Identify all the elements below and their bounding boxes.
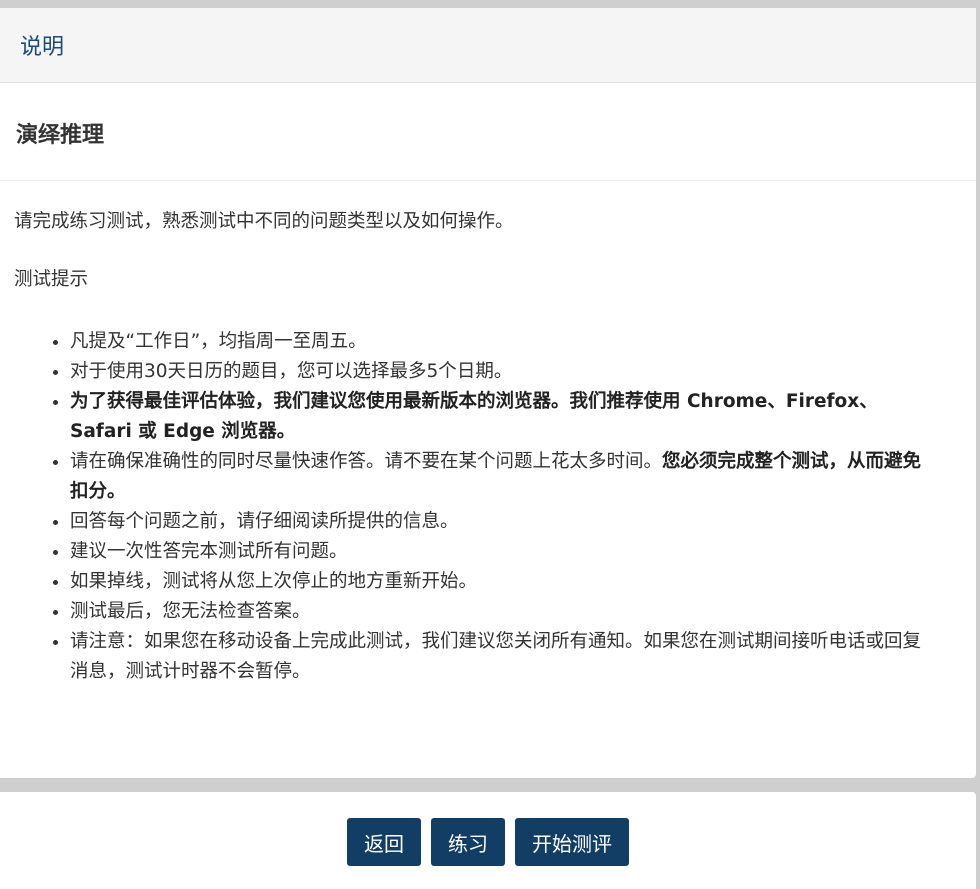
start-assessment-button[interactable]: 开始测评	[515, 818, 629, 866]
intro-text: 请完成练习测试，熟悉测试中不同的问题类型以及如何操作。	[14, 211, 514, 232]
instructions-panel: 说明 演绎推理 请完成练习测试，熟悉测试中不同的问题类型以及如何操作。 测试提示…	[0, 8, 976, 778]
back-button[interactable]: 返回	[347, 818, 421, 866]
footer-bar: 返回 练习 开始测评	[0, 792, 976, 889]
instructions-content: 请完成练习测试，熟悉测试中不同的问题类型以及如何操作。 测试提示 凡提及“工作日…	[0, 207, 976, 687]
section-title: 演绎推理	[16, 122, 105, 148]
tip-bold-text: 为了获得最佳评估体验，我们建议您使用最新版本的浏览器。我们推荐使用 Chrome…	[70, 391, 878, 442]
panel-header: 说明	[0, 8, 976, 83]
tip-item: 回答每个问题之前，请仔细阅读所提供的信息。	[70, 507, 962, 537]
tip-item: 为了获得最佳评估体验，我们建议您使用最新版本的浏览器。我们推荐使用 Chrome…	[70, 387, 962, 447]
tip-item: 请注意：如果您在移动设备上完成此测试，我们建议您关闭所有通知。如果您在测试期间接…	[70, 627, 962, 687]
button-group: 返回 练习 开始测评	[0, 818, 976, 866]
tip-item: 建议一次性答完本测试所有问题。	[70, 537, 962, 567]
tips-list: 凡提及“工作日”，均指周一至周五。 对于使用30天日历的题目，您可以选择最多5个…	[14, 327, 962, 687]
tips-heading: 测试提示	[14, 269, 89, 290]
tip-item: 如果掉线，测试将从您上次停止的地方重新开始。	[70, 567, 962, 597]
tip-item: 测试最后，您无法检查答案。	[70, 597, 962, 627]
tip-item: 请在确保准确性的同时尽量快速作答。请不要在某个问题上花太多时间。您必须完成整个测…	[70, 447, 962, 507]
tip-item: 对于使用30天日历的题目，您可以选择最多5个日期。	[70, 357, 962, 387]
tip-item: 凡提及“工作日”，均指周一至周五。	[70, 327, 962, 357]
practice-button[interactable]: 练习	[431, 818, 505, 866]
page-title: 说明	[20, 35, 65, 60]
section-header: 演绎推理	[0, 83, 976, 181]
